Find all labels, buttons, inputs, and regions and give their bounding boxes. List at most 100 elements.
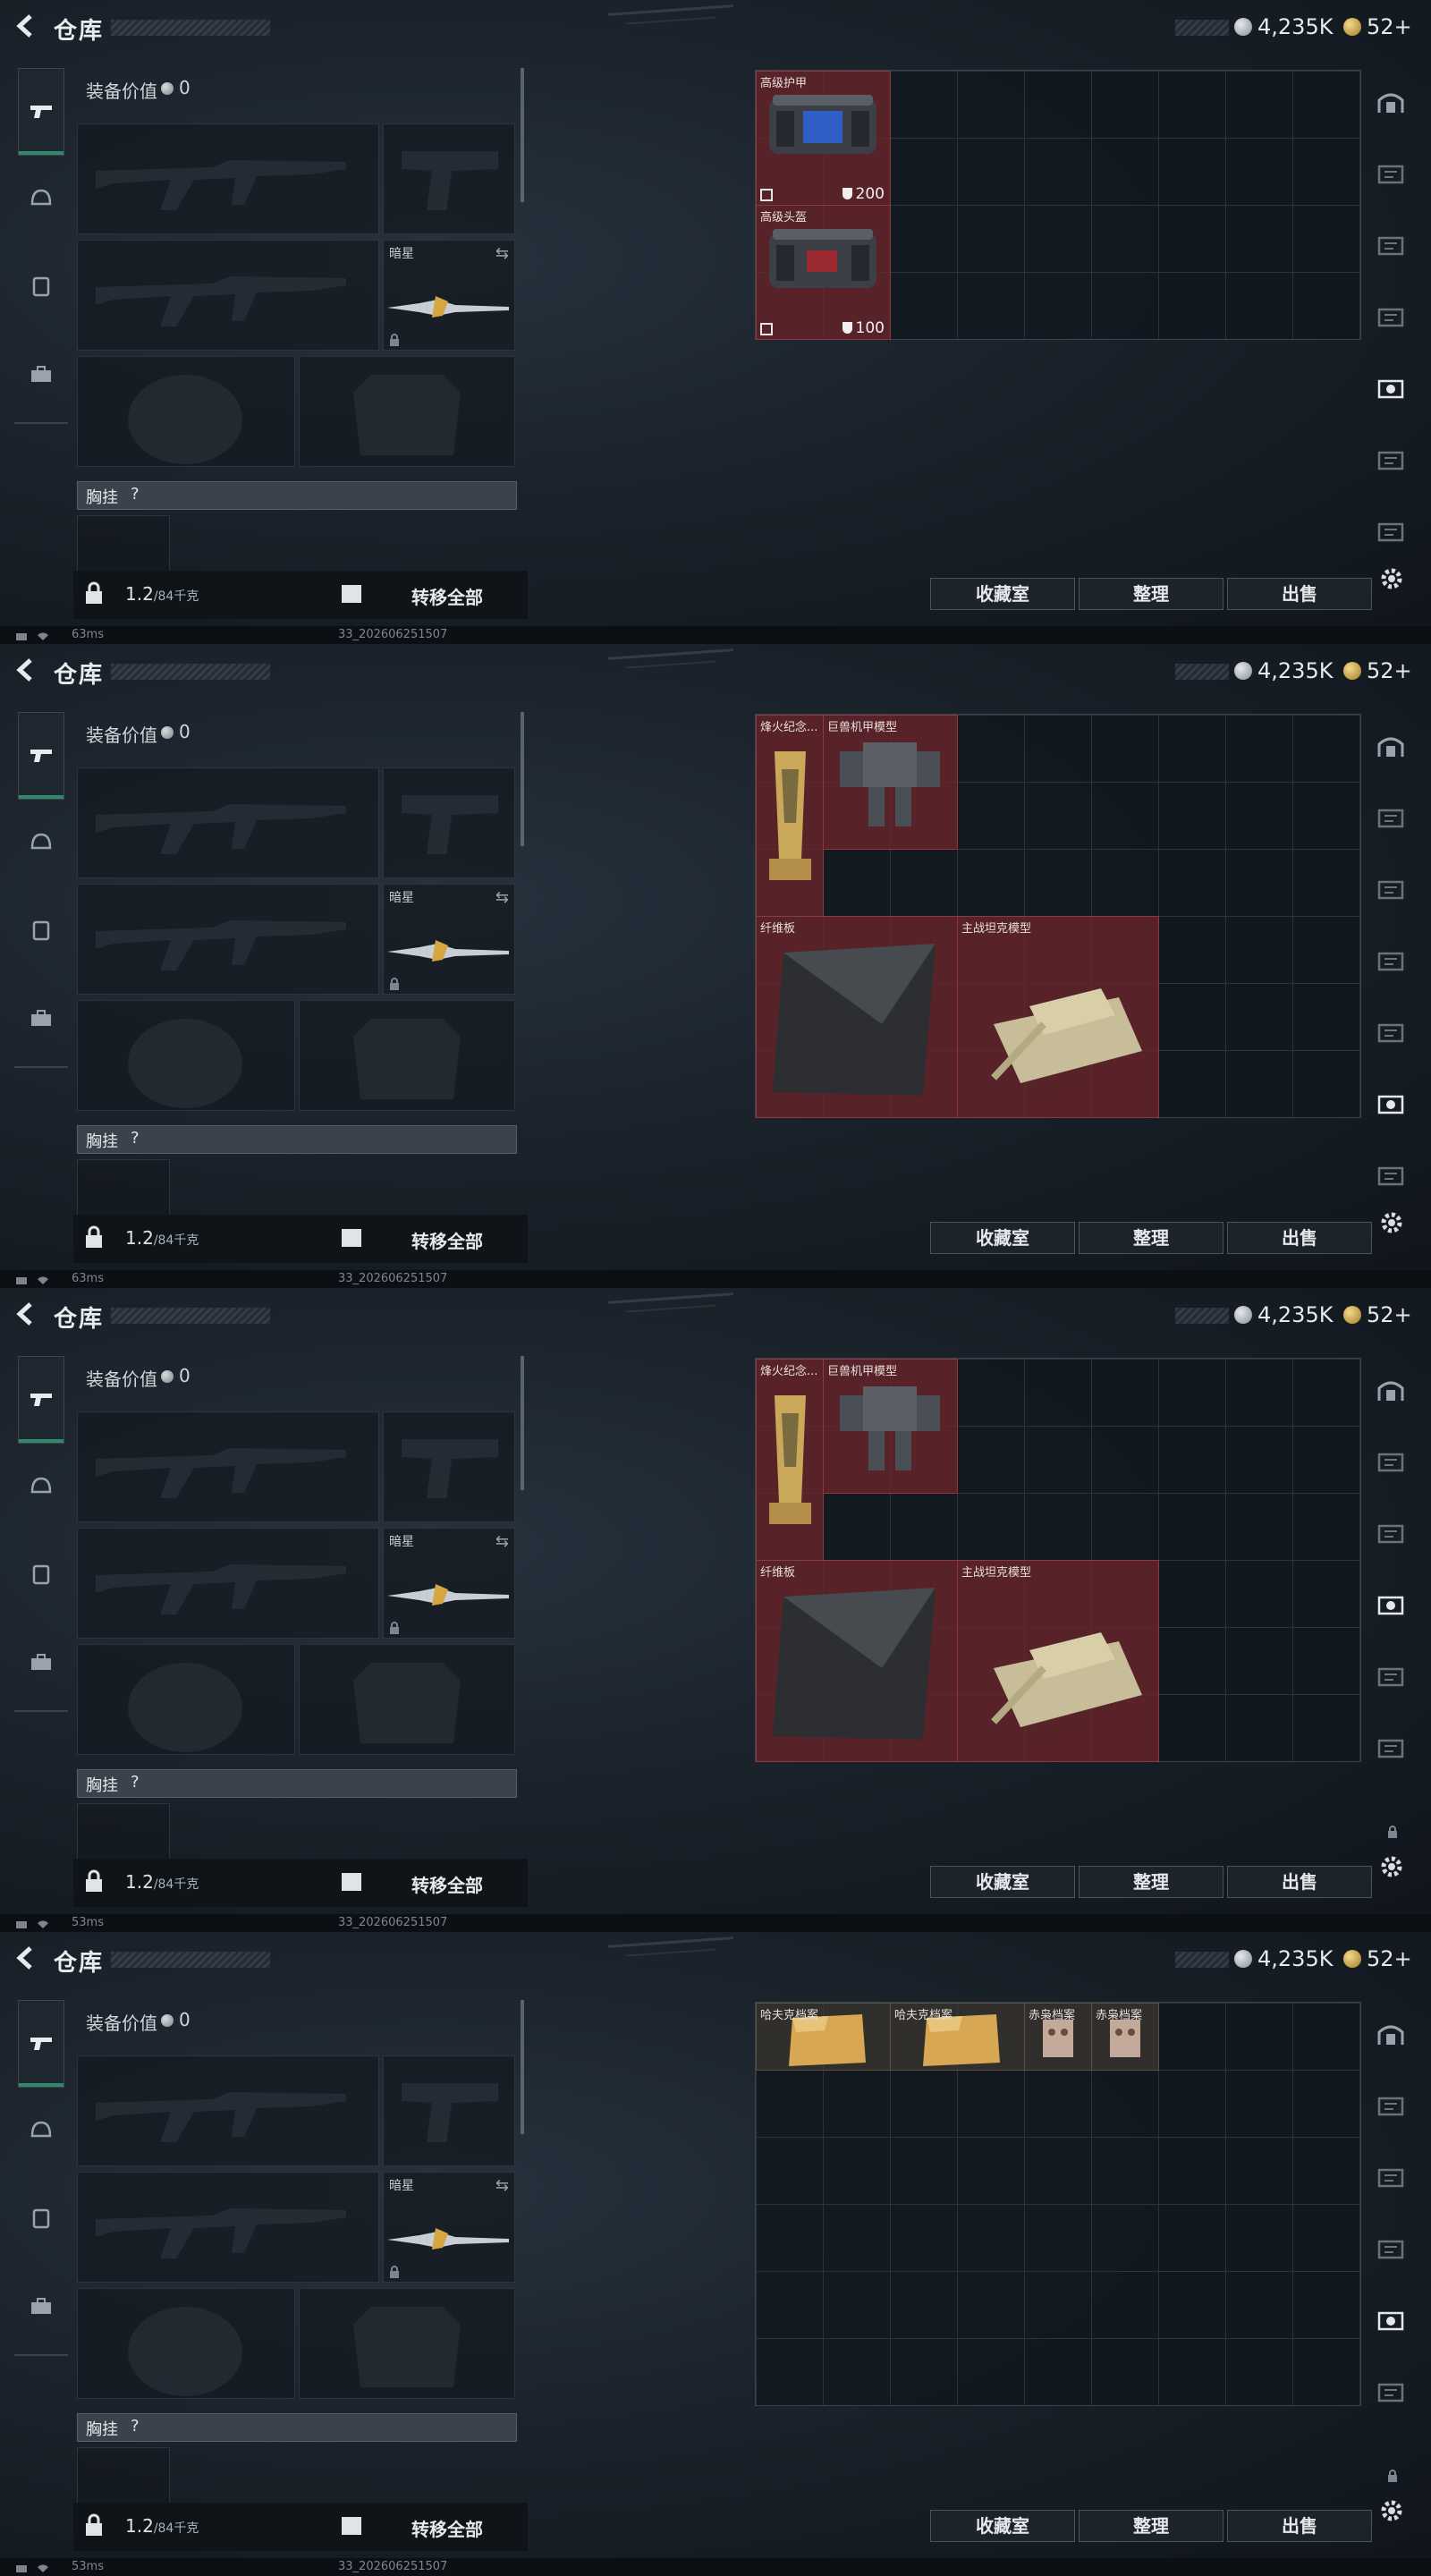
storage-item[interactable]: 巨兽机甲模型 bbox=[823, 1359, 958, 1494]
storage-item[interactable]: 主战坦克模型 bbox=[957, 916, 1159, 1118]
storage-tab-6[interactable] bbox=[1376, 1735, 1406, 1760]
list-icon[interactable] bbox=[342, 1873, 361, 1891]
storage-tab-4[interactable] bbox=[1376, 2236, 1406, 2261]
storage-tab-6[interactable] bbox=[1376, 447, 1406, 472]
help-icon[interactable]: ? bbox=[131, 2417, 140, 2436]
storage-tab-3[interactable] bbox=[1376, 2165, 1406, 2190]
gear-icon[interactable] bbox=[1378, 565, 1405, 592]
back-icon[interactable] bbox=[13, 1945, 39, 1971]
helmet-slot[interactable] bbox=[77, 2288, 295, 2399]
sort-button[interactable]: 整理 bbox=[1079, 578, 1224, 610]
primary-weapon-slot[interactable] bbox=[77, 767, 379, 878]
storage-tab-2[interactable] bbox=[1376, 1449, 1406, 1474]
storage-tab-5[interactable] bbox=[1376, 1664, 1406, 1689]
collection-button[interactable]: 收藏室 bbox=[930, 1866, 1075, 1898]
chest-rig-slot[interactable] bbox=[77, 2447, 170, 2506]
swap-icon[interactable]: ⇆ bbox=[495, 244, 509, 263]
transfer-all-button[interactable]: 转移全部 bbox=[411, 1871, 483, 1897]
storage-tab-1[interactable] bbox=[1376, 89, 1406, 114]
backpack-icon[interactable] bbox=[29, 2207, 54, 2229]
collection-button[interactable]: 收藏室 bbox=[930, 2510, 1075, 2542]
sell-button[interactable]: 出售 bbox=[1227, 2510, 1372, 2542]
primary-weapon-slot[interactable] bbox=[77, 2055, 379, 2166]
case-icon[interactable] bbox=[29, 1651, 54, 1673]
armor-slot[interactable] bbox=[299, 1644, 515, 1755]
backpack-icon[interactable] bbox=[29, 275, 54, 297]
chest-rig-slot[interactable] bbox=[77, 515, 170, 574]
storage-tab-2[interactable] bbox=[1376, 2093, 1406, 2118]
helmet-icon[interactable] bbox=[29, 2120, 54, 2141]
storage-item[interactable]: 赤枭档案 bbox=[1091, 2003, 1159, 2071]
secondary-weapon-slot[interactable] bbox=[77, 1528, 379, 1639]
storage-tab-3[interactable] bbox=[1376, 1521, 1406, 1546]
storage-tab-5[interactable] bbox=[1376, 2308, 1406, 2333]
storage-item[interactable]: 纤维板 bbox=[756, 916, 958, 1118]
storage-grid[interactable]: 烽火纪念... 巨兽机甲模型 纤维板 主战坦克模型 bbox=[755, 714, 1361, 1118]
gear-icon[interactable] bbox=[1378, 2497, 1405, 2524]
storage-tab-4[interactable] bbox=[1376, 948, 1406, 973]
helmet-slot[interactable] bbox=[77, 1000, 295, 1111]
back-icon[interactable] bbox=[13, 1301, 39, 1327]
storage-tab-7[interactable] bbox=[1376, 1163, 1406, 1188]
armor-slot[interactable] bbox=[299, 1000, 515, 1111]
helmet-icon[interactable] bbox=[29, 832, 54, 853]
equipment-scrollbar[interactable] bbox=[521, 712, 524, 846]
list-icon[interactable] bbox=[342, 2517, 361, 2535]
armor-slot[interactable] bbox=[299, 2288, 515, 2399]
gold-balance[interactable]: 52+ bbox=[1367, 1946, 1412, 1971]
storage-item[interactable]: 哈夫克档案 bbox=[756, 2003, 891, 2071]
transfer-all-button[interactable]: 转移全部 bbox=[411, 2515, 483, 2541]
transfer-all-button[interactable]: 转移全部 bbox=[411, 1227, 483, 1253]
silver-balance[interactable]: 4,235K bbox=[1257, 1946, 1333, 1971]
silver-balance[interactable]: 4,235K bbox=[1257, 1302, 1333, 1327]
gear-icon[interactable] bbox=[1378, 1853, 1405, 1880]
secondary-weapon-slot[interactable] bbox=[77, 240, 379, 351]
help-icon[interactable]: ? bbox=[131, 1129, 140, 1148]
swap-icon[interactable]: ⇆ bbox=[495, 1532, 509, 1551]
storage-item[interactable]: 烽火纪念... bbox=[756, 715, 824, 917]
helmet-slot[interactable] bbox=[77, 356, 295, 467]
gear-icon[interactable] bbox=[1378, 1209, 1405, 1236]
melee-slot[interactable]: 暗星 ⇆ bbox=[383, 240, 515, 351]
storage-item[interactable]: 高级头盔 100 bbox=[756, 205, 891, 340]
storage-tab-2[interactable] bbox=[1376, 161, 1406, 186]
storage-grid[interactable]: 高级护甲 200 高级头盔 100 bbox=[755, 70, 1361, 340]
storage-item[interactable]: 烽火纪念... bbox=[756, 1359, 824, 1561]
storage-tab-1[interactable] bbox=[1376, 733, 1406, 758]
gold-balance[interactable]: 52+ bbox=[1367, 14, 1412, 39]
storage-tab-5[interactable] bbox=[1376, 376, 1406, 401]
backpack-icon[interactable] bbox=[29, 919, 54, 941]
storage-tab-5[interactable] bbox=[1376, 1020, 1406, 1045]
collection-button[interactable]: 收藏室 bbox=[930, 578, 1075, 610]
storage-tab-3[interactable] bbox=[1376, 877, 1406, 902]
secondary-weapon-slot[interactable] bbox=[77, 2172, 379, 2283]
primary-weapon-slot[interactable] bbox=[77, 123, 379, 234]
equipment-scrollbar[interactable] bbox=[521, 68, 524, 202]
chest-rig-slot[interactable] bbox=[77, 1159, 170, 1218]
silver-balance[interactable]: 4,235K bbox=[1257, 658, 1333, 683]
storage-grid[interactable]: 烽火纪念... 巨兽机甲模型 纤维板 主战坦克模型 bbox=[755, 1358, 1361, 1762]
sort-button[interactable]: 整理 bbox=[1079, 2510, 1224, 2542]
sell-button[interactable]: 出售 bbox=[1227, 1866, 1372, 1898]
silver-balance[interactable]: 4,235K bbox=[1257, 14, 1333, 39]
storage-item[interactable]: 纤维板 bbox=[756, 1560, 958, 1762]
helmet-icon[interactable] bbox=[29, 1476, 54, 1497]
lock-icon[interactable] bbox=[84, 2513, 104, 2537]
primary-weapon-slot[interactable] bbox=[77, 1411, 379, 1522]
storage-item[interactable]: 赤枭档案 bbox=[1024, 2003, 1092, 2071]
pistol-slot[interactable] bbox=[383, 123, 515, 234]
storage-tab-1[interactable] bbox=[1376, 1377, 1406, 1402]
storage-tab-6[interactable] bbox=[1376, 1091, 1406, 1116]
equipment-scrollbar[interactable] bbox=[521, 2000, 524, 2134]
melee-slot[interactable]: 暗星 ⇆ bbox=[383, 1528, 515, 1639]
backpack-icon[interactable] bbox=[29, 1563, 54, 1585]
swap-icon[interactable]: ⇆ bbox=[495, 888, 509, 907]
storage-tab-7[interactable] bbox=[1376, 519, 1406, 544]
pistol-slot[interactable] bbox=[383, 1411, 515, 1522]
storage-item[interactable]: 哈夫克档案 bbox=[890, 2003, 1025, 2071]
help-icon[interactable]: ? bbox=[131, 485, 140, 504]
pistol-slot[interactable] bbox=[383, 2055, 515, 2166]
storage-tab-2[interactable] bbox=[1376, 805, 1406, 830]
case-icon[interactable] bbox=[29, 1007, 54, 1029]
sell-button[interactable]: 出售 bbox=[1227, 578, 1372, 610]
